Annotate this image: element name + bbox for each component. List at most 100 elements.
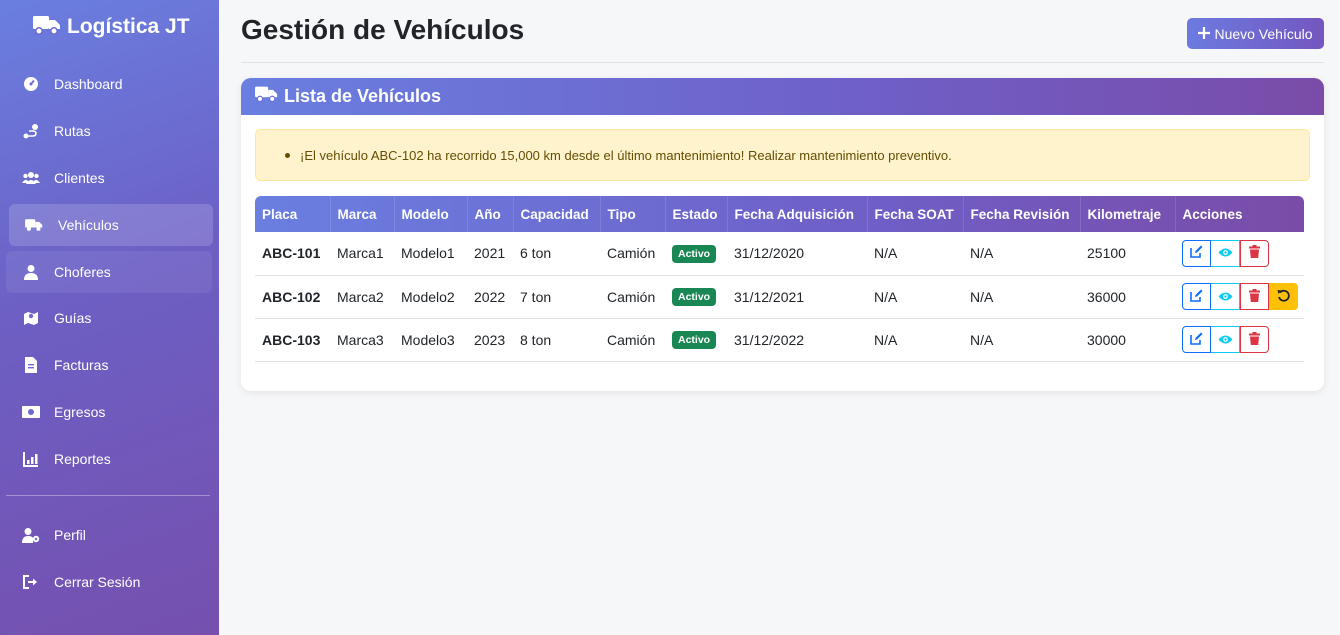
cell-capacidad: 8 ton — [513, 318, 600, 362]
bullet-icon — [285, 153, 290, 158]
sidebar-item-egresos[interactable]: Egresos — [6, 391, 212, 433]
cell-fecha-soat: N/A — [867, 232, 963, 276]
sidebar-item-label: Guías — [54, 310, 92, 326]
status-badge: Activo — [672, 288, 717, 306]
status-badge: Activo — [672, 331, 717, 349]
cell-modelo: Modelo3 — [394, 318, 467, 362]
column-header[interactable]: Fecha SOAT — [867, 196, 964, 232]
page-title: Gestión de Vehículos — [241, 14, 525, 45]
cell-acciones — [1175, 275, 1304, 319]
column-header[interactable]: Modelo — [394, 196, 468, 232]
sidebar-item-label: Rutas — [54, 123, 91, 139]
edit-icon — [1190, 332, 1203, 348]
cell-placa: ABC-102 — [255, 275, 330, 319]
cell-acciones — [1175, 318, 1304, 362]
table-header-row: Placa Marca Modelo Año Capacidad Tipo Es… — [255, 196, 1304, 232]
sidebar-item-choferes[interactable]: Choferes — [6, 251, 212, 293]
column-header[interactable]: Marca — [330, 196, 395, 232]
undo-icon — [1277, 289, 1290, 305]
table-row: ABC-103 Marca3 Modelo3 2023 8 ton Camión… — [255, 318, 1304, 362]
delete-button[interactable] — [1240, 283, 1269, 310]
cell-placa: ABC-101 — [255, 232, 330, 276]
trash-icon — [1249, 245, 1260, 261]
cell-modelo: Modelo2 — [394, 275, 467, 319]
sidebar-item-label: Facturas — [54, 357, 109, 373]
plus-icon — [1198, 26, 1211, 42]
sidebar-divider — [6, 495, 210, 496]
cell-fecha-revision: N/A — [963, 275, 1080, 319]
delete-button[interactable] — [1240, 239, 1269, 267]
sidebar-item-label: Clientes — [54, 170, 105, 186]
trash-icon — [1249, 331, 1260, 348]
map-icon — [22, 309, 40, 327]
column-header[interactable]: Fecha Adquisición — [727, 196, 868, 232]
gauge-icon — [22, 75, 40, 93]
cell-marca: Marca3 — [330, 318, 394, 362]
row-actions — [1182, 326, 1304, 353]
column-header[interactable]: Fecha Revisión — [963, 196, 1081, 232]
sidebar-item-dashboard[interactable]: Dashboard — [6, 63, 212, 105]
eye-icon — [1218, 332, 1233, 348]
reset-maintenance-button[interactable] — [1269, 283, 1298, 310]
sidebar-item-facturas[interactable]: Facturas — [6, 344, 212, 386]
status-badge: Activo — [672, 244, 717, 263]
row-actions — [1182, 239, 1304, 267]
table-row: ABC-101 Marca1 Modelo1 2021 6 ton Camión… — [255, 232, 1304, 276]
sidebar-item-label: Dashboard — [54, 76, 123, 92]
cell-fecha-adquisicion: 31/12/2020 — [727, 232, 867, 276]
cell-tipo: Camión — [600, 232, 665, 276]
cell-fecha-adquisicion: 31/12/2021 — [727, 275, 867, 319]
edit-icon — [1190, 245, 1203, 261]
alert-text: ¡El vehículo ABC-102 ha recorrido 15,000… — [300, 147, 952, 163]
delete-button[interactable] — [1240, 326, 1269, 353]
logout-icon — [22, 573, 40, 591]
sidebar-item-perfil[interactable]: Perfil — [6, 514, 212, 556]
view-button[interactable] — [1211, 239, 1240, 267]
sidebar-item-rutas[interactable]: Rutas — [6, 110, 212, 152]
edit-button[interactable] — [1182, 326, 1211, 353]
column-header: Acciones — [1182, 206, 1243, 222]
row-actions — [1182, 283, 1304, 310]
cell-kilometraje: 30000 — [1080, 318, 1175, 362]
cell-anio: 2022 — [467, 275, 513, 319]
view-button[interactable] — [1211, 326, 1240, 353]
column-header[interactable]: Placa — [255, 196, 331, 232]
route-icon — [22, 122, 40, 140]
brand[interactable]: Logística JT — [33, 13, 190, 41]
card-header: Lista de Vehículos — [241, 78, 1324, 115]
eye-icon — [1218, 245, 1233, 261]
sidebar: Logística JT Dashboard Rutas Clientes Ve… — [0, 0, 219, 635]
vehicles-card: Lista de Vehículos ¡El vehículo ABC-102 … — [241, 78, 1324, 391]
cell-placa: ABC-103 — [255, 318, 330, 362]
maintenance-alert: ¡El vehículo ABC-102 ha recorrido 15,000… — [255, 129, 1310, 181]
sidebar-item-clientes[interactable]: Clientes — [6, 157, 212, 199]
view-button[interactable] — [1211, 283, 1240, 310]
sidebar-item-cerrar-sesion[interactable]: Cerrar Sesión — [6, 561, 212, 603]
sidebar-item-vehiculos[interactable]: Vehículos — [9, 204, 213, 246]
truck-icon — [255, 85, 278, 108]
sidebar-item-label: Reportes — [54, 451, 111, 467]
truck-icon — [33, 14, 61, 41]
user-icon — [22, 263, 40, 281]
column-header[interactable]: Tipo — [600, 196, 666, 232]
new-vehicle-label: Nuevo Vehículo — [1214, 25, 1313, 42]
edit-button[interactable] — [1182, 239, 1211, 267]
cell-kilometraje: 36000 — [1080, 275, 1175, 319]
cell-modelo: Modelo1 — [394, 232, 467, 276]
column-header[interactable]: Kilometraje — [1080, 196, 1176, 232]
column-header[interactable]: Año — [467, 196, 514, 232]
cell-estado: Activo — [665, 275, 727, 319]
new-vehicle-button[interactable]: Nuevo Vehículo — [1187, 18, 1324, 49]
table-row: ABC-102 Marca2 Modelo2 2022 7 ton Camión… — [255, 275, 1304, 319]
edit-button[interactable] — [1182, 283, 1211, 310]
cell-marca: Marca1 — [330, 232, 394, 276]
cell-acciones — [1175, 232, 1304, 276]
brand-name: Logística JT — [67, 15, 190, 38]
column-header[interactable]: Estado — [665, 196, 728, 232]
sidebar-item-guias[interactable]: Guías — [6, 297, 212, 339]
cell-capacidad: 6 ton — [513, 232, 600, 276]
column-header[interactable]: Capacidad — [513, 196, 601, 232]
sidebar-item-reportes[interactable]: Reportes — [6, 438, 212, 480]
trash-icon — [1249, 288, 1260, 305]
users-icon — [22, 169, 40, 187]
